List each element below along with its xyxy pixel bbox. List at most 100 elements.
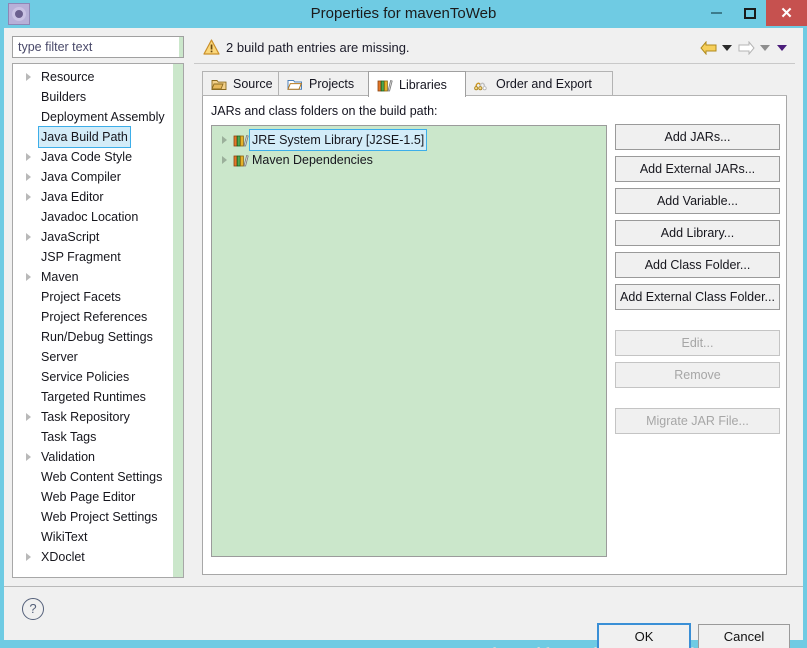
maximize-button[interactable] [733,0,766,26]
add-library-button[interactable]: Add Library... [615,220,780,246]
list-item[interactable]: JRE System Library [J2SE-1.5] [212,129,606,151]
expand-arrow-icon[interactable] [26,273,31,281]
add-external-jars-button[interactable]: Add External JARs... [615,156,780,182]
sidebar-item-project-references[interactable]: Project References [13,307,173,327]
sidebar-item-javadoc-location[interactable]: Javadoc Location [13,207,173,227]
ok-button[interactable]: OK [597,623,691,648]
library-books-icon [233,153,249,167]
sidebar-item-java-compiler[interactable]: Java Compiler [13,167,173,187]
expand-arrow-icon[interactable] [26,73,31,81]
tab-label: Projects [309,77,355,91]
sidebar-item-builders[interactable]: Builders [13,87,173,107]
sidebar-item-resource[interactable]: Resource [13,67,173,87]
expand-arrow-icon[interactable] [26,553,31,561]
list-item[interactable]: Maven Dependencies [212,150,606,170]
sidebar-item-label: Web Content Settings [41,470,163,484]
sidebar-item-server[interactable]: Server [13,347,173,367]
sidebar-item-label: Task Tags [41,430,97,444]
tab-strip: Source Projects Libraries Order and Export [202,71,787,97]
add-variable-button[interactable]: Add Variable... [615,188,780,214]
tab-order-and-export[interactable]: Order and Export [465,71,613,96]
source-folder-icon [211,77,227,91]
sidebar-item-label: Builders [41,90,87,104]
sidebar-item-label: Deployment Assembly [41,110,165,124]
sidebar-item-label: Project Facets [41,290,121,304]
tab-source[interactable]: Source [202,71,279,96]
sidebar-item-web-content-settings[interactable]: Web Content Settings [13,467,173,487]
title-bar: Properties for mavenToWeb ✕ [0,0,807,28]
add-external-class-folder-button[interactable]: Add External Class Folder... [615,284,780,310]
tab-libraries[interactable]: Libraries [368,71,466,97]
sidebar-item-label: Javadoc Location [41,210,139,224]
expand-arrow-icon[interactable] [26,173,31,181]
sidebar-item-run-debug-settings[interactable]: Run/Debug Settings [13,327,173,347]
filter-text-input[interactable] [13,37,179,57]
sidebar-item-targeted-runtimes[interactable]: Targeted Runtimes [13,387,173,407]
forward-dropdown-chevron-down-icon[interactable] [760,45,770,51]
settings-tree-scrollbar[interactable] [173,64,183,577]
edit-button: Edit... [615,330,780,356]
sidebar-item-task-repository[interactable]: Task Repository [13,407,173,427]
sidebar-item-javascript[interactable]: JavaScript [13,227,173,247]
close-button[interactable]: ✕ [766,0,807,26]
list-item-label: JRE System Library [J2SE-1.5] [248,129,428,151]
sidebar-item-label: JSP Fragment [41,250,121,264]
sidebar-item-wikitext[interactable]: WikiText [13,527,173,547]
open-folder-icon [287,77,303,91]
menu-chevron-down-icon[interactable] [777,45,787,51]
expand-arrow-icon[interactable] [26,193,31,201]
add-class-folder-button[interactable]: Add Class Folder... [615,252,780,278]
settings-tree[interactable]: Resource Builders Deployment Assembly Java … [12,63,184,578]
sidebar-item-label: JavaScript [41,230,100,244]
sidebar-item-label: Web Project Settings [41,510,158,524]
expand-arrow-icon[interactable] [26,153,31,161]
sidebar-item-project-facets[interactable]: Project Facets [13,287,173,307]
back-arrow-icon[interactable] [699,39,717,57]
window-title: Properties for mavenToWeb [310,5,497,22]
navigation-controls [699,38,789,58]
sidebar-item-task-tags[interactable]: Task Tags [13,427,173,447]
dialog-body: Resource Builders Deployment Assembly Java … [4,28,803,648]
help-button[interactable]: ? [22,598,44,620]
library-books-icon [377,78,393,92]
maximize-icon [743,7,756,19]
sidebar-item-java-editor[interactable]: Java Editor [13,187,173,207]
tab-projects[interactable]: Projects [278,71,369,96]
sidebar-item-web-page-editor[interactable]: Web Page Editor [13,487,173,507]
expand-arrow-icon[interactable] [222,136,227,144]
add-jars-button[interactable]: Add JARs... [615,124,780,150]
forward-arrow-icon[interactable] [737,39,755,57]
minimize-button[interactable] [700,0,733,26]
sidebar-item-deployment-assembly[interactable]: Deployment Assembly [13,107,173,127]
sidebar-item-service-policies[interactable]: Service Policies [13,367,173,387]
library-books-icon [233,133,249,147]
sidebar-item-validation[interactable]: Validation [13,447,173,467]
sidebar-item-jsp-fragment[interactable]: JSP Fragment [13,247,173,267]
settings-tree-list: Resource Builders Deployment Assembly Java … [13,64,173,577]
expand-arrow-icon[interactable] [26,453,31,461]
back-dropdown-chevron-down-icon[interactable] [722,45,732,51]
sidebar-item-java-build-path[interactable]: Java Build Path [13,126,173,148]
sidebar-item-java-code-style[interactable]: Java Code Style [13,147,173,167]
sidebar-item-web-project-settings[interactable]: Web Project Settings [13,507,173,527]
sidebar-item-maven[interactable]: Maven [13,267,173,287]
sidebar-item-label: Java Compiler [41,170,121,184]
sidebar-item-label: Service Policies [41,370,130,384]
expand-arrow-icon[interactable] [26,233,31,241]
expand-arrow-icon[interactable] [222,156,227,164]
expand-arrow-icon[interactable] [26,413,31,421]
build-path-list[interactable]: JRE System Library [J2SE-1.5] Maven Depen… [211,125,607,557]
list-item-label: Maven Dependencies [252,153,373,167]
sidebar-item-label: Maven [41,270,79,284]
action-button-column: Add JARs... Add External JARs... Add Varia… [615,124,780,440]
message-text: 2 build path entries are missing. [226,40,410,55]
sidebar-item-label: Validation [41,450,95,464]
sidebar-item-label: Targeted Runtimes [41,390,146,404]
sidebar-item-label: Java Code Style [41,150,133,164]
sidebar-item-xdoclet[interactable]: XDoclet [13,547,173,567]
cancel-button[interactable]: Cancel [698,624,790,648]
filter-box[interactable] [12,36,184,58]
warning-icon [203,39,220,55]
panel-caption: JARs and class folders on the build path… [211,104,438,118]
close-icon: ✕ [780,4,793,22]
